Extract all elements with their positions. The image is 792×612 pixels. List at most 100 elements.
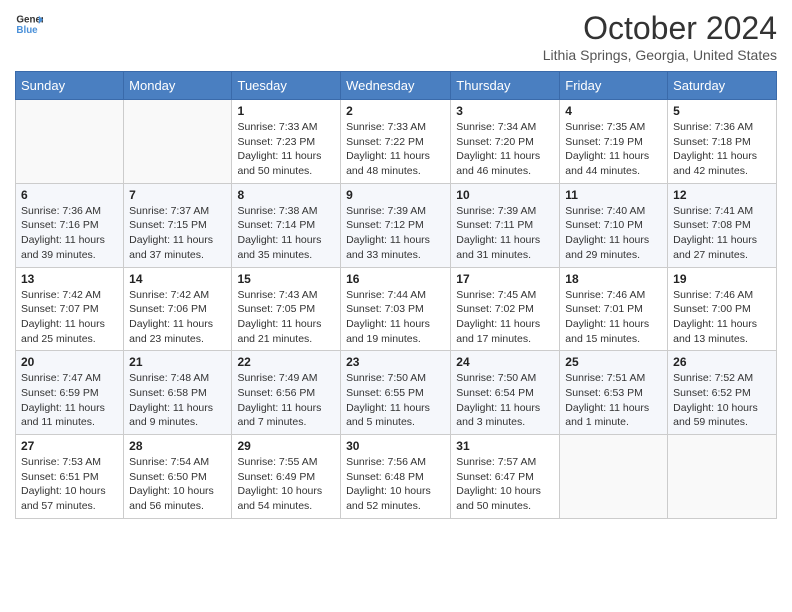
day-info: Sunrise: 7:39 AMSunset: 7:11 PMDaylight:… [456,204,554,263]
day-info: Sunrise: 7:41 AMSunset: 7:08 PMDaylight:… [673,204,771,263]
day-info: Sunrise: 7:55 AMSunset: 6:49 PMDaylight:… [237,455,335,514]
day-number: 24 [456,355,554,369]
day-number: 18 [565,272,662,286]
calendar-cell: 16 Sunrise: 7:44 AMSunset: 7:03 PMDayligh… [341,267,451,351]
day-number: 23 [346,355,445,369]
day-of-week-row: SundayMondayTuesdayWednesdayThursdayFrid… [16,72,777,100]
calendar-cell: 13 Sunrise: 7:42 AMSunset: 7:07 PMDayligh… [16,267,124,351]
day-number: 16 [346,272,445,286]
dow-header-monday: Monday [124,72,232,100]
calendar-body: 1 Sunrise: 7:33 AMSunset: 7:23 PMDaylight… [16,100,777,519]
svg-text:Blue: Blue [16,25,38,36]
month-title: October 2024 [543,10,777,47]
calendar-cell: 17Sunrise: 7:45 AMSunset: 7:02 PMDayligh… [451,267,560,351]
day-number: 11 [565,188,662,202]
day-info: Sunrise: 7:54 AMSunset: 6:50 PMDaylight:… [129,455,226,514]
calendar-cell: 14 Sunrise: 7:42 AMSunset: 7:06 PMDayligh… [124,267,232,351]
calendar-cell: 22 Sunrise: 7:49 AMSunset: 6:56 PMDayligh… [232,351,341,435]
day-info: Sunrise: 7:34 AMSunset: 7:20 PMDaylight:… [456,120,554,179]
day-number: 6 [21,188,118,202]
day-number: 28 [129,439,226,453]
week-row-1: 1 Sunrise: 7:33 AMSunset: 7:23 PMDaylight… [16,100,777,184]
day-number: 21 [129,355,226,369]
day-number: 31 [456,439,554,453]
day-info: Sunrise: 7:36 AMSunset: 7:16 PMDaylight:… [21,204,118,263]
day-info: Sunrise: 7:39 AMSunset: 7:12 PMDaylight:… [346,204,445,263]
day-info: Sunrise: 7:42 AMSunset: 7:06 PMDaylight:… [129,288,226,347]
dow-header-sunday: Sunday [16,72,124,100]
day-info: Sunrise: 7:44 AMSunset: 7:03 PMDaylight:… [346,288,445,347]
day-number: 22 [237,355,335,369]
day-info: Sunrise: 7:42 AMSunset: 7:07 PMDaylight:… [21,288,118,347]
day-info: Sunrise: 7:56 AMSunset: 6:48 PMDaylight:… [346,455,445,514]
day-number: 14 [129,272,226,286]
logo: General Blue [15,10,43,38]
day-info: Sunrise: 7:33 AMSunset: 7:23 PMDaylight:… [237,120,335,179]
day-info: Sunrise: 7:40 AMSunset: 7:10 PMDaylight:… [565,204,662,263]
calendar-cell: 12 Sunrise: 7:41 AMSunset: 7:08 PMDayligh… [668,183,777,267]
day-number: 7 [129,188,226,202]
dow-header-tuesday: Tuesday [232,72,341,100]
week-row-5: 27Sunrise: 7:53 AMSunset: 6:51 PMDayligh… [16,435,777,519]
day-number: 5 [673,104,771,118]
week-row-2: 6 Sunrise: 7:36 AMSunset: 7:16 PMDaylight… [16,183,777,267]
dow-header-thursday: Thursday [451,72,560,100]
calendar-cell: 26 Sunrise: 7:52 AMSunset: 6:52 PMDayligh… [668,351,777,435]
day-number: 20 [21,355,118,369]
calendar-cell: 30Sunrise: 7:56 AMSunset: 6:48 PMDayligh… [341,435,451,519]
calendar-cell: 6 Sunrise: 7:36 AMSunset: 7:16 PMDaylight… [16,183,124,267]
calendar-cell: 25Sunrise: 7:51 AMSunset: 6:53 PMDayligh… [560,351,668,435]
calendar-cell [16,100,124,184]
calendar-cell: 20 Sunrise: 7:47 AMSunset: 6:59 PMDayligh… [16,351,124,435]
title-block: October 2024 Lithia Springs, Georgia, Un… [543,10,777,63]
day-info: Sunrise: 7:48 AMSunset: 6:58 PMDaylight:… [129,371,226,430]
calendar-cell: 19 Sunrise: 7:46 AMSunset: 7:00 PMDayligh… [668,267,777,351]
day-info: Sunrise: 7:46 AMSunset: 7:01 PMDaylight:… [565,288,662,347]
calendar-table: SundayMondayTuesdayWednesdayThursdayFrid… [15,71,777,519]
header: General Blue October 2024 Lithia Springs… [15,10,777,63]
day-number: 27 [21,439,118,453]
location: Lithia Springs, Georgia, United States [543,47,777,63]
dow-header-friday: Friday [560,72,668,100]
day-info: Sunrise: 7:49 AMSunset: 6:56 PMDaylight:… [237,371,335,430]
calendar-cell: 27Sunrise: 7:53 AMSunset: 6:51 PMDayligh… [16,435,124,519]
day-info: Sunrise: 7:46 AMSunset: 7:00 PMDaylight:… [673,288,771,347]
calendar-cell [560,435,668,519]
day-info: Sunrise: 7:45 AMSunset: 7:02 PMDaylight:… [456,288,554,347]
day-info: Sunrise: 7:47 AMSunset: 6:59 PMDaylight:… [21,371,118,430]
calendar-cell: 3 Sunrise: 7:34 AMSunset: 7:20 PMDaylight… [451,100,560,184]
day-number: 12 [673,188,771,202]
page: General Blue October 2024 Lithia Springs… [0,0,792,529]
day-number: 26 [673,355,771,369]
dow-header-wednesday: Wednesday [341,72,451,100]
calendar-cell: 23 Sunrise: 7:50 AMSunset: 6:55 PMDayligh… [341,351,451,435]
day-number: 15 [237,272,335,286]
day-info: Sunrise: 7:35 AMSunset: 7:19 PMDaylight:… [565,120,662,179]
day-number: 4 [565,104,662,118]
day-info: Sunrise: 7:37 AMSunset: 7:15 PMDaylight:… [129,204,226,263]
day-number: 3 [456,104,554,118]
day-number: 29 [237,439,335,453]
calendar-cell: 8Sunrise: 7:38 AMSunset: 7:14 PMDaylight… [232,183,341,267]
calendar-cell: 21 Sunrise: 7:48 AMSunset: 6:58 PMDayligh… [124,351,232,435]
week-row-3: 13 Sunrise: 7:42 AMSunset: 7:07 PMDayligh… [16,267,777,351]
calendar-cell: 10Sunrise: 7:39 AMSunset: 7:11 PMDayligh… [451,183,560,267]
day-info: Sunrise: 7:38 AMSunset: 7:14 PMDaylight:… [237,204,335,263]
day-number: 19 [673,272,771,286]
calendar-cell [668,435,777,519]
calendar-cell: 15 Sunrise: 7:43 AMSunset: 7:05 PMDayligh… [232,267,341,351]
day-info: Sunrise: 7:50 AMSunset: 6:55 PMDaylight:… [346,371,445,430]
calendar-cell: 7 Sunrise: 7:37 AMSunset: 7:15 PMDaylight… [124,183,232,267]
dow-header-saturday: Saturday [668,72,777,100]
week-row-4: 20 Sunrise: 7:47 AMSunset: 6:59 PMDayligh… [16,351,777,435]
day-number: 9 [346,188,445,202]
day-info: Sunrise: 7:43 AMSunset: 7:05 PMDaylight:… [237,288,335,347]
calendar-cell: 5Sunrise: 7:36 AMSunset: 7:18 PMDaylight… [668,100,777,184]
calendar-cell [124,100,232,184]
calendar-cell: 24Sunrise: 7:50 AMSunset: 6:54 PMDayligh… [451,351,560,435]
day-number: 1 [237,104,335,118]
day-number: 13 [21,272,118,286]
day-info: Sunrise: 7:33 AMSunset: 7:22 PMDaylight:… [346,120,445,179]
calendar-cell: 29 Sunrise: 7:55 AMSunset: 6:49 PMDayligh… [232,435,341,519]
day-info: Sunrise: 7:52 AMSunset: 6:52 PMDaylight:… [673,371,771,430]
